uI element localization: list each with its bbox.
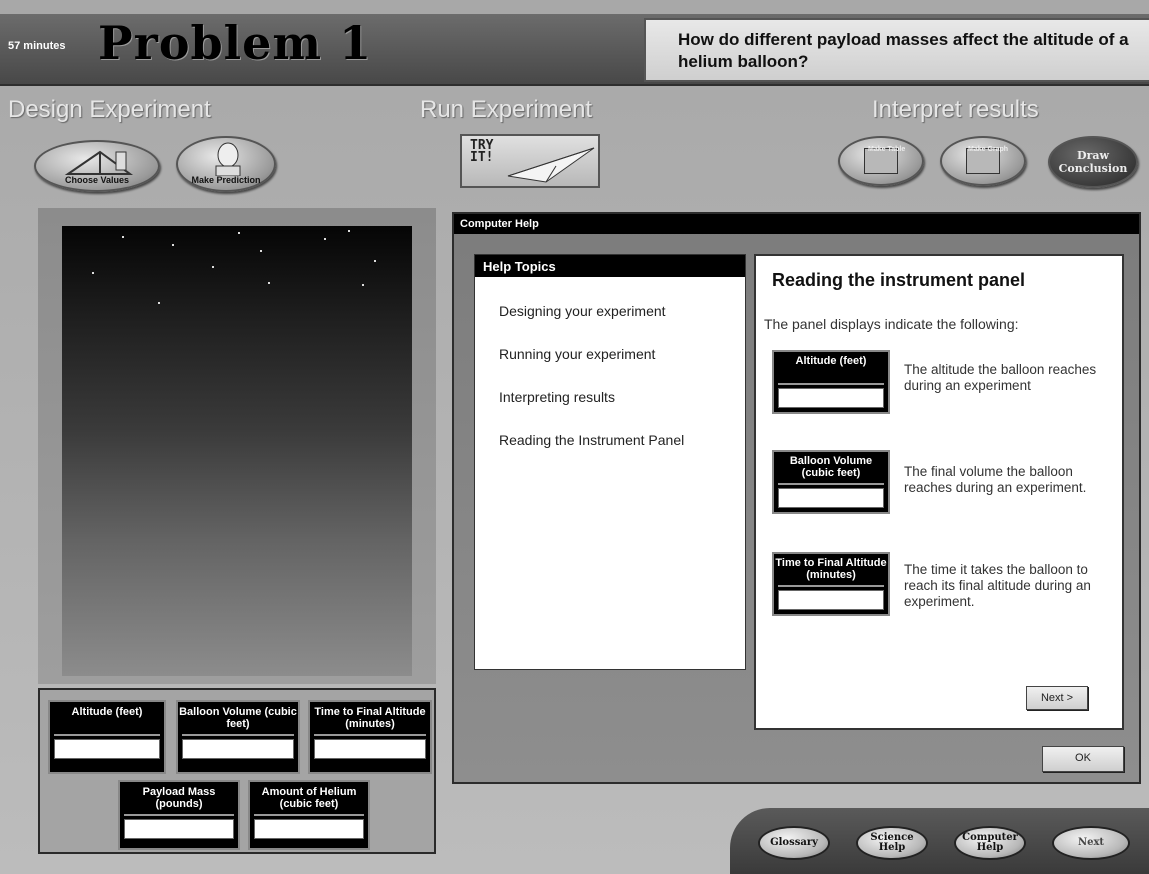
star [172,244,174,246]
help-time-description: The time it takes the balloon to reach i… [904,562,1091,609]
balloon-volume-gauge-label: Balloon Volume (cubic feet) [179,706,297,730]
choose-values-button[interactable]: Choose Values [34,140,160,192]
time-to-final-altitude-value [314,739,426,759]
star [324,238,326,240]
help-content-title: Reading the instrument panel [772,270,1026,290]
altitude-gauge: Altitude (feet) [48,700,166,774]
help-altitude-description: The altitude the balloon reaches during … [904,362,1097,393]
amount-of-helium-gauge: Amount of Helium (cubic feet) [248,780,370,850]
help-altitude-gauge: Altitude (feet) [772,350,890,414]
star [348,230,350,232]
help-time-gauge: Time to Final Altitude (minutes) [772,552,890,616]
topic-designing[interactable]: Designing your experiment [499,303,666,319]
make-table-label: Make Table [868,146,906,153]
altitude-value [54,739,160,759]
help-time-gauge-label: Time to Final Altitude (minutes) [775,557,887,581]
help-topics-header: Help Topics [475,255,745,277]
make-prediction-label: Make Prediction [191,175,261,185]
star [122,236,124,238]
make-prediction-button[interactable]: Make Prediction [176,136,276,192]
topic-reading-instrument-panel[interactable]: Reading the Instrument Panel [499,432,684,448]
help-balloon-volume-description: The final volume the balloon reaches dur… [904,464,1087,495]
instrument-panel: Altitude (feet) Balloon Volume (cubic fe… [38,688,436,854]
paper-plane-icon [507,147,595,183]
star [212,266,214,268]
balloon-volume-gauge: Balloon Volume (cubic feet) [176,700,300,774]
payload-mass-gauge: Payload Mass (pounds) [118,780,240,850]
help-altitude-gauge-label: Altitude (feet) [795,355,867,367]
help-window-title: Computer Help [454,214,1139,234]
star [268,282,270,284]
interpret-results-heading: Interpret results [872,96,1039,123]
draw-conclusion-button[interactable]: Draw Conclusion [1048,136,1138,188]
make-table-button[interactable]: Make Table [838,136,924,186]
payload-mass-gauge-label: Payload Mass (pounds) [142,786,216,810]
star [238,232,240,234]
help-balloon-volume-gauge: Balloon Volume (cubic feet) [772,450,890,514]
problem-title: Problem 1 [98,16,373,70]
star [374,260,376,262]
science-help-button[interactable]: Science Help [856,826,928,860]
timer: 57 minutes [8,40,66,52]
topic-running[interactable]: Running your experiment [499,346,655,362]
question-box: How do different payload masses affect t… [644,18,1149,82]
make-graph-button[interactable]: Make Graph [940,136,1026,186]
try-it-button[interactable]: TRY IT! [460,134,600,188]
try-it-label: TRY IT! [470,138,494,165]
glossary-button[interactable]: Glossary [758,826,830,860]
star [362,284,364,286]
balloon-volume-value [182,739,294,759]
balloon-rig-icon [64,150,134,175]
star [158,302,160,304]
make-graph-label: Make Graph [968,146,1009,153]
amount-of-helium-gauge-label: Amount of Helium (cubic feet) [261,786,357,810]
star [260,250,262,252]
person-thinking-icon [215,142,241,176]
help-topics-panel: Help Topics Designing your experiment Ru… [474,254,746,670]
help-content-intro: The panel displays indicate the followin… [764,316,1019,332]
altitude-gauge-label: Altitude (feet) [71,706,143,718]
help-next-button[interactable]: Next > [1026,686,1088,710]
design-experiment-heading: Design Experiment [8,96,211,123]
help-balloon-volume-gauge-label: Balloon Volume (cubic feet) [789,455,873,479]
next-button[interactable]: Next [1052,826,1130,860]
computer-help-button[interactable]: Computer Help [954,826,1026,860]
bottom-nav: Glossary Science Help Computer Help Next [730,808,1149,874]
time-to-final-altitude-gauge: Time to Final Altitude (minutes) [308,700,432,774]
payload-mass-value [124,819,234,839]
help-content-panel: Reading the instrument panel The panel d… [754,254,1124,730]
amount-of-helium-value [254,819,364,839]
ok-button[interactable]: OK [1042,746,1124,772]
run-experiment-heading: Run Experiment [420,96,593,123]
time-to-final-altitude-gauge-label: Time to Final Altitude (minutes) [314,706,426,730]
topic-interpreting[interactable]: Interpreting results [499,389,615,405]
computer-help-window: Computer Help Help Topics Designing your… [452,212,1141,784]
sky-view [62,226,412,676]
star [92,272,94,274]
